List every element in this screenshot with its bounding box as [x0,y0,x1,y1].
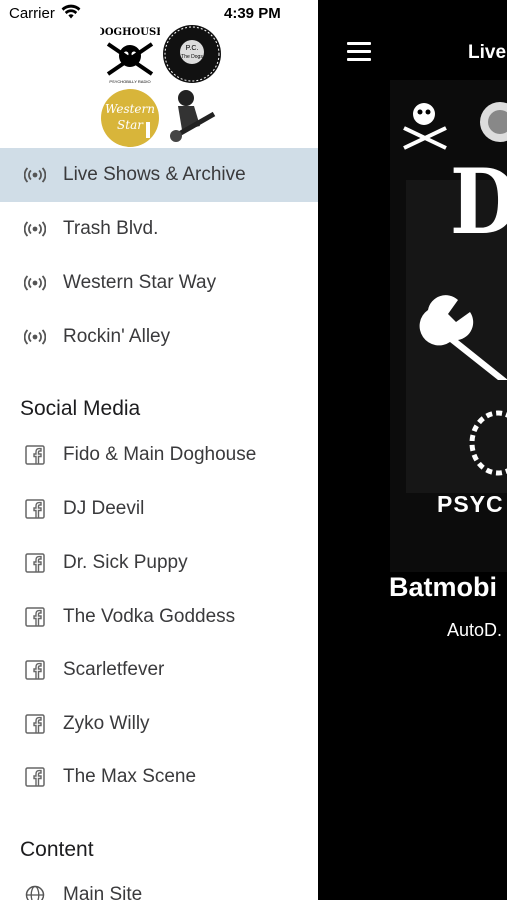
svg-text:The Dogs: The Dogs [181,54,203,60]
facebook-icon [24,552,46,574]
facebook-icon [24,659,46,681]
drawer-item-label: Zyko Willy [63,713,150,734]
album-art-text: DO [450,150,507,255]
drawer-item-label: Dr. Sick Puppy [63,552,188,573]
drawer-item-main-site[interactable]: Main Site [0,868,318,900]
drawer-item-label: The Vodka Goddess [63,606,236,627]
facebook-icon [24,766,46,788]
drawer-item-facebook[interactable]: Fido & Main Doghouse [0,428,318,482]
drawer-item-label: Trash Blvd. [63,218,159,239]
wrench-graphic [418,290,507,385]
menu-icon[interactable] [347,42,371,62]
facebook-icon [24,713,46,735]
wifi-icon [61,4,81,24]
facebook-icon [24,498,46,520]
facebook-icon [24,606,46,628]
drawer-item-label: DJ Deevil [63,498,145,519]
western-star-logo: Western Star [100,88,160,148]
globe-icon [24,884,46,900]
radio-broadcast-icon [24,326,46,348]
drawer-item-facebook[interactable]: The Vodka Goddess [0,590,318,644]
chain-graphic [468,408,507,483]
clock: 4:39 PM [224,5,281,22]
radio-broadcast-icon [24,164,46,186]
main-player-screen: Live DO PSYC Batmobi AutoD. [318,0,507,900]
drawer-item-label: Live Shows & Archive [63,164,246,185]
drawer-item-label: Fido & Main Doghouse [63,444,257,465]
svg-text:Star: Star [117,118,144,132]
carrier-label: Carrier [9,5,55,22]
drawer-item-facebook[interactable]: Zyko Willy [0,697,318,751]
facebook-icon [24,444,46,466]
svg-text:P.C.: P.C. [186,45,199,52]
drawer-item-facebook[interactable]: Scarletfever [0,643,318,697]
drawer-item-facebook[interactable]: DJ Deevil [0,482,318,536]
drawer-item-trash-blvd[interactable]: Trash Blvd. [0,202,318,256]
rockabilly-dog-logo [162,86,222,148]
song-artist: AutoD. [447,620,503,640]
drawer-item-label: The Max Scene [63,766,197,787]
drawer-edge-shadow [318,0,324,900]
album-art-subtext: PSYC [437,491,504,517]
svg-text:PSYCHOBILLY RADIO: PSYCHOBILLY RADIO [109,79,150,84]
section-title-content: Content [20,838,94,861]
drawer-item-western-star-way[interactable]: Western Star Way [0,256,318,310]
drawer-item-live-shows[interactable]: Live Shows & Archive [0,148,318,202]
nav-title: Live [468,42,507,63]
svg-text:DOGHOUSE: DOGHOUSE [100,27,160,38]
drawer-item-rockin-alley[interactable]: Rockin' Alley [0,310,318,364]
radio-broadcast-icon [24,218,46,240]
song-title: Batmobi [389,572,497,602]
drawer-item-label: Rockin' Alley [63,326,171,347]
drawer-item-facebook[interactable]: Dr. Sick Puppy [0,536,318,590]
drawer-item-label: Main Site [63,884,143,900]
album-art-logos [398,92,507,152]
drawer-item-label: Scarletfever [63,659,165,680]
section-title-social: Social Media [20,397,141,420]
station-logos: DOGHOUSE PSYCHOBILLY RADIO P.C. The Dogs [96,22,224,150]
svg-text:Western: Western [105,102,155,116]
radio-broadcast-icon [24,272,46,294]
drawer-item-facebook[interactable]: The Max Scene [0,750,318,804]
doghouse-logo: DOGHOUSE PSYCHOBILLY RADIO [96,24,164,86]
navigation-drawer: Carrier 4:39 PM DOGHOUSE PSYCHOBILLY RAD… [0,0,318,900]
drawer-item-label: Western Star Way [63,272,217,293]
pc-the-dogs-logo: P.C. The Dogs [162,24,222,84]
